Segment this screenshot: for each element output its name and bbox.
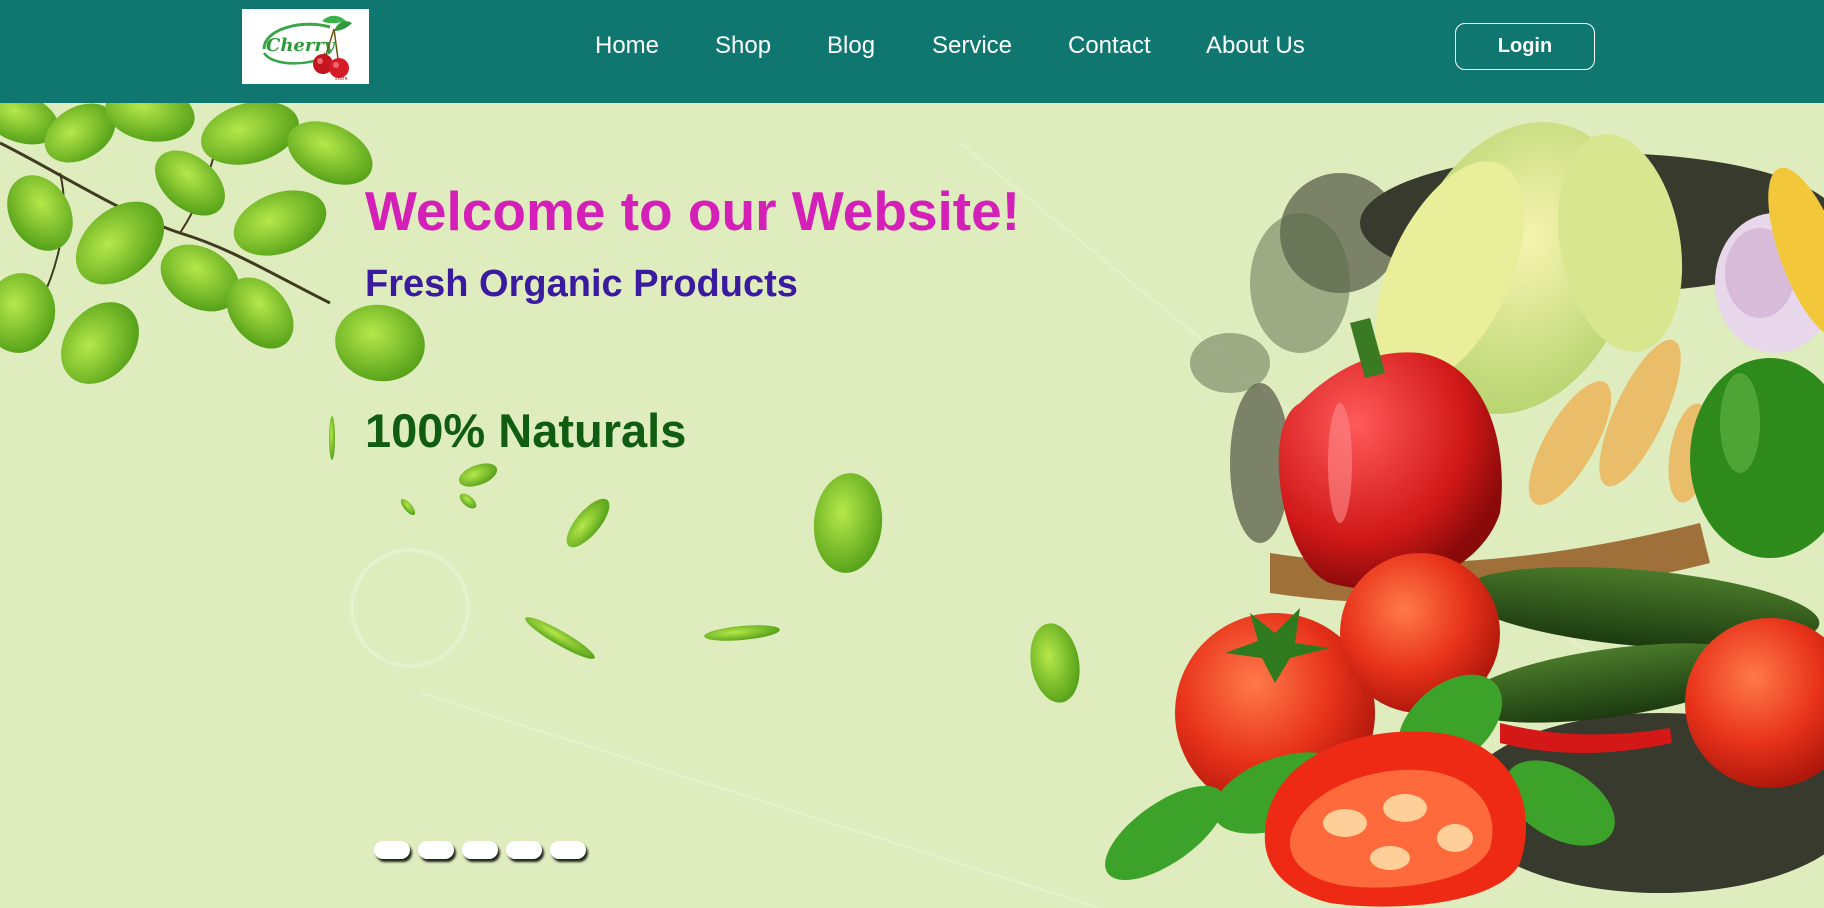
carousel-dot-4[interactable] xyxy=(506,841,542,859)
hero-tagline: 100% Naturals xyxy=(365,404,687,457)
nav-service-link[interactable]: Service xyxy=(932,32,1012,60)
carousel-dot-3[interactable] xyxy=(462,841,498,859)
login-button[interactable]: Login xyxy=(1455,23,1595,70)
nav-about-us-link[interactable]: About Us xyxy=(1206,32,1305,60)
svg-text:store: store xyxy=(335,76,348,82)
cherry-logo[interactable]: Cherry store xyxy=(242,9,369,84)
top-navbar: Cherry store Home Shop Blog Service Cont… xyxy=(0,0,1824,103)
carousel-dot-1[interactable] xyxy=(374,841,410,859)
nav-shop-link[interactable]: Shop xyxy=(715,32,771,60)
svg-text:Cherry: Cherry xyxy=(266,35,336,56)
hero-subheadline: Fresh Organic Products xyxy=(365,263,798,305)
nav-home-link[interactable]: Home xyxy=(595,32,659,60)
hero-headline: Welcome to our Website! xyxy=(365,180,1021,242)
leaf-branch xyxy=(0,103,425,384)
cherry-logo-icon: Cherry store xyxy=(242,9,369,84)
nav-contact-link[interactable]: Contact xyxy=(1068,32,1151,60)
hero-banner: Welcome to our Website! Fresh Organic Pr… xyxy=(0,103,1824,908)
carousel-dot-2[interactable] xyxy=(418,841,454,859)
carousel-dot-5[interactable] xyxy=(550,841,586,859)
nav-blog-link[interactable]: Blog xyxy=(827,32,875,60)
